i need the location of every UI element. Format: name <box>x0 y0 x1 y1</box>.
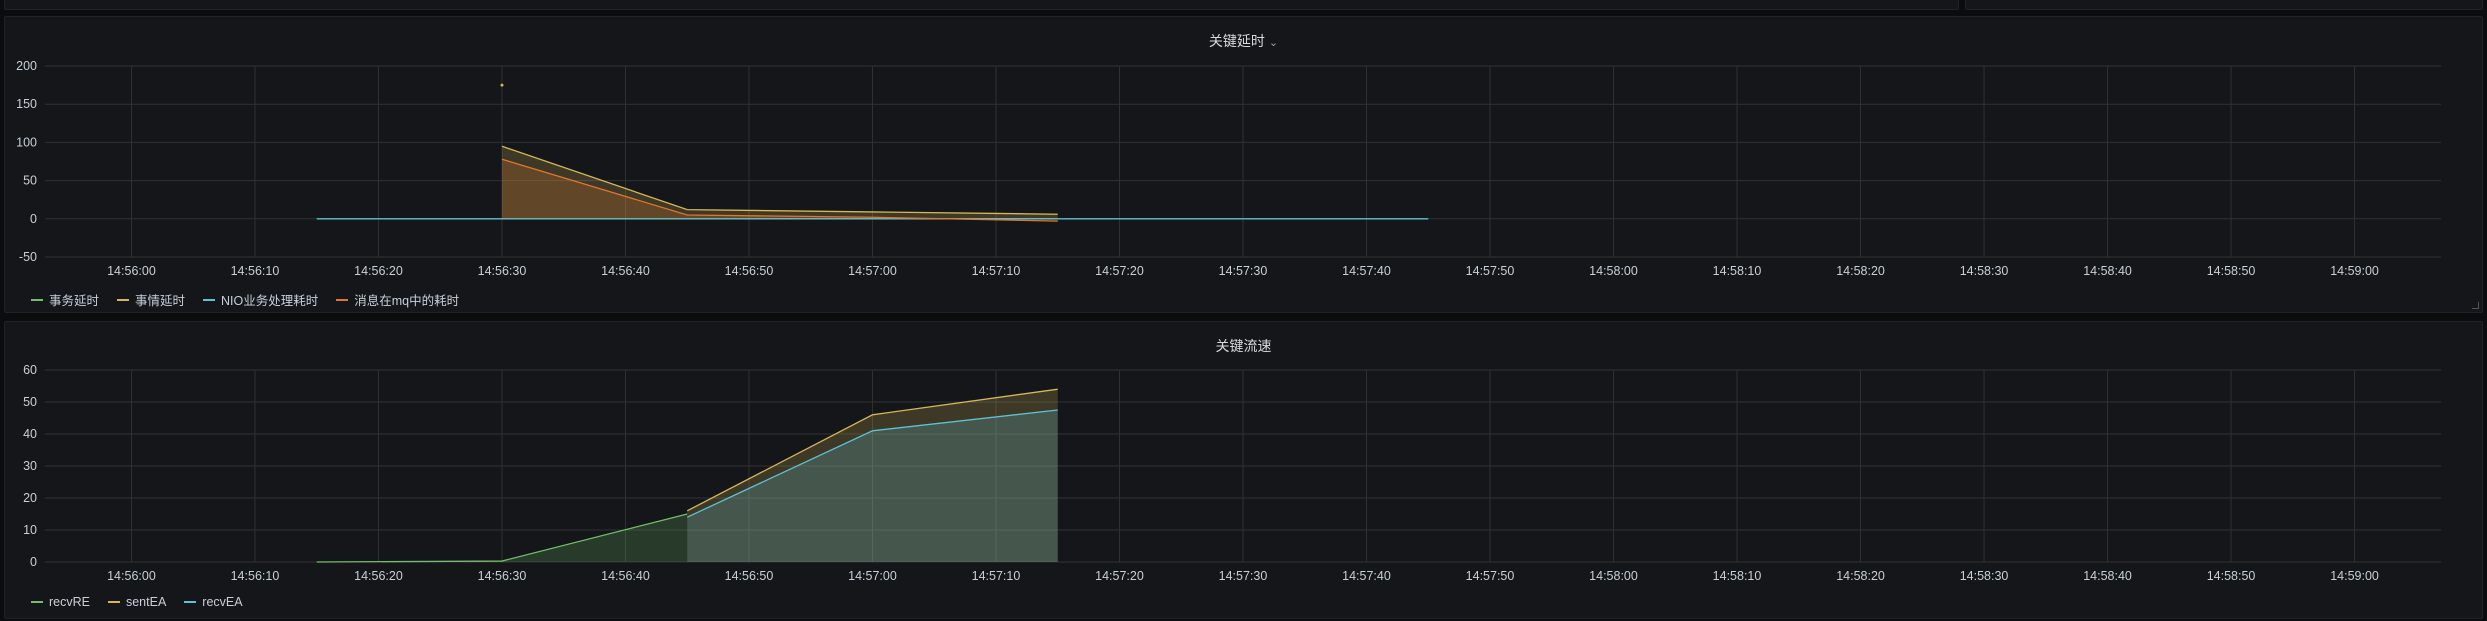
resize-handle-icon[interactable] <box>2472 302 2479 309</box>
y-tick-label: 20 <box>23 491 37 505</box>
y-tick-label: 0 <box>30 212 37 226</box>
legend-label: recvEA <box>202 595 243 609</box>
x-tick-label: 14:56:10 <box>231 569 280 583</box>
legend-swatch <box>31 601 43 603</box>
x-tick-label: 14:59:00 <box>2330 264 2379 278</box>
x-tick-label: 14:56:40 <box>601 264 650 278</box>
top-panel-left <box>4 0 1959 10</box>
x-tick-label: 14:57:00 <box>848 264 897 278</box>
legend-item[interactable]: sentEA <box>107 595 167 609</box>
y-tick-label: 10 <box>23 523 37 537</box>
legend-item[interactable]: 事务延时 <box>31 290 99 309</box>
legend-label: 事务延时 <box>49 294 100 308</box>
legend-swatch <box>107 601 120 603</box>
x-tick-label: 14:56:50 <box>725 569 774 583</box>
y-tick-label: 40 <box>23 427 37 441</box>
x-tick-label: 14:57:20 <box>1095 569 1144 583</box>
y-tick-label: 200 <box>16 59 37 73</box>
x-tick-label: 14:58:40 <box>2083 264 2132 278</box>
legend-label: 消息在mq中的耗时 <box>354 294 460 308</box>
y-tick-label: 100 <box>16 135 37 149</box>
y-tick-label: 30 <box>23 459 37 473</box>
y-tick-label: 150 <box>16 97 37 111</box>
x-tick-label: 14:56:30 <box>478 569 527 583</box>
latency-legend: 事务延时 事情延时 NIO业务处理耗时 消息在mq中的耗时 <box>31 290 459 309</box>
x-tick-label: 14:58:30 <box>1960 569 2009 583</box>
x-tick-label: 14:58:10 <box>1713 569 1762 583</box>
x-tick-label: 14:57:00 <box>848 569 897 583</box>
legend-swatch <box>184 601 197 603</box>
x-tick-label: 14:56:20 <box>354 569 403 583</box>
x-tick-label: 14:56:00 <box>107 264 156 278</box>
x-tick-label: 14:57:20 <box>1095 264 1144 278</box>
latency-panel: 关键延时 ⌄ 200 150 100 50 0 -50 14:56:00 14:56:10 14:… <box>4 16 2483 313</box>
y-tick-label: -50 <box>19 250 37 264</box>
legend-item[interactable]: recvEA <box>184 595 243 609</box>
x-tick-label: 14:57:40 <box>1342 264 1391 278</box>
x-tick-label: 14:57:40 <box>1342 569 1391 583</box>
x-tick-label: 14:58:20 <box>1836 569 1885 583</box>
legend-label: sentEA <box>125 595 167 609</box>
x-tick-label: 14:58:10 <box>1713 264 1762 278</box>
throughput-panel: 关键流速 60 50 40 30 20 10 0 14:56:00 14:56:10 14:56:… <box>4 321 2483 619</box>
legend-label: recvRE <box>49 595 90 609</box>
legend-swatch <box>117 298 130 301</box>
x-tick-label: 14:56:50 <box>725 264 774 278</box>
x-tick-label: 14:57:50 <box>1466 569 1515 583</box>
x-tick-label: 14:57:50 <box>1466 264 1515 278</box>
x-tick-label: 14:57:10 <box>972 569 1021 583</box>
top-panel-right <box>1965 0 2483 10</box>
x-tick-label: 14:56:30 <box>478 264 527 278</box>
latency-chart[interactable]: 200 150 100 50 0 -50 14:56:00 14:56:10 14:56:20 1… <box>5 17 2484 314</box>
x-tick-label: 14:59:00 <box>2330 569 2379 583</box>
legend-item[interactable]: 事情延时 <box>117 290 185 309</box>
legend-item[interactable]: recvRE <box>31 595 90 609</box>
x-tick-label: 14:56:20 <box>354 264 403 278</box>
y-tick-label: 50 <box>23 174 37 188</box>
legend-label: NIO业务处理耗时 <box>221 294 319 308</box>
x-tick-label: 14:58:50 <box>2207 264 2256 278</box>
x-tick-label: 14:57:30 <box>1219 264 1268 278</box>
x-tick-label: 14:57:30 <box>1219 569 1268 583</box>
x-tick-label: 14:58:00 <box>1589 569 1638 583</box>
legend-item[interactable]: NIO业务处理耗时 <box>203 290 318 309</box>
legend-swatch <box>203 298 216 301</box>
x-tick-label: 14:58:40 <box>2083 569 2132 583</box>
x-tick-label: 14:57:10 <box>972 264 1021 278</box>
x-tick-label: 14:58:30 <box>1960 264 2009 278</box>
legend-label: 事情延时 <box>135 294 186 308</box>
x-tick-label: 14:58:00 <box>1589 264 1638 278</box>
legend-swatch <box>336 298 349 301</box>
x-tick-label: 14:58:50 <box>2207 569 2256 583</box>
x-tick-label: 14:58:20 <box>1836 264 1885 278</box>
x-tick-label: 14:56:00 <box>107 569 156 583</box>
throughput-chart[interactable]: 60 50 40 30 20 10 0 14:56:00 14:56:10 14:56:20 14:… <box>5 322 2484 620</box>
legend-item[interactable]: 消息在mq中的耗时 <box>336 290 459 309</box>
throughput-legend: recvRE sentEA recvEA <box>31 595 243 609</box>
outlier-point <box>500 83 504 87</box>
y-tick-label: 50 <box>23 395 37 409</box>
x-tick-label: 14:56:10 <box>231 264 280 278</box>
y-tick-label: 60 <box>23 363 37 377</box>
legend-swatch <box>31 298 43 301</box>
y-tick-label: 0 <box>30 555 37 569</box>
x-tick-label: 14:56:40 <box>601 569 650 583</box>
